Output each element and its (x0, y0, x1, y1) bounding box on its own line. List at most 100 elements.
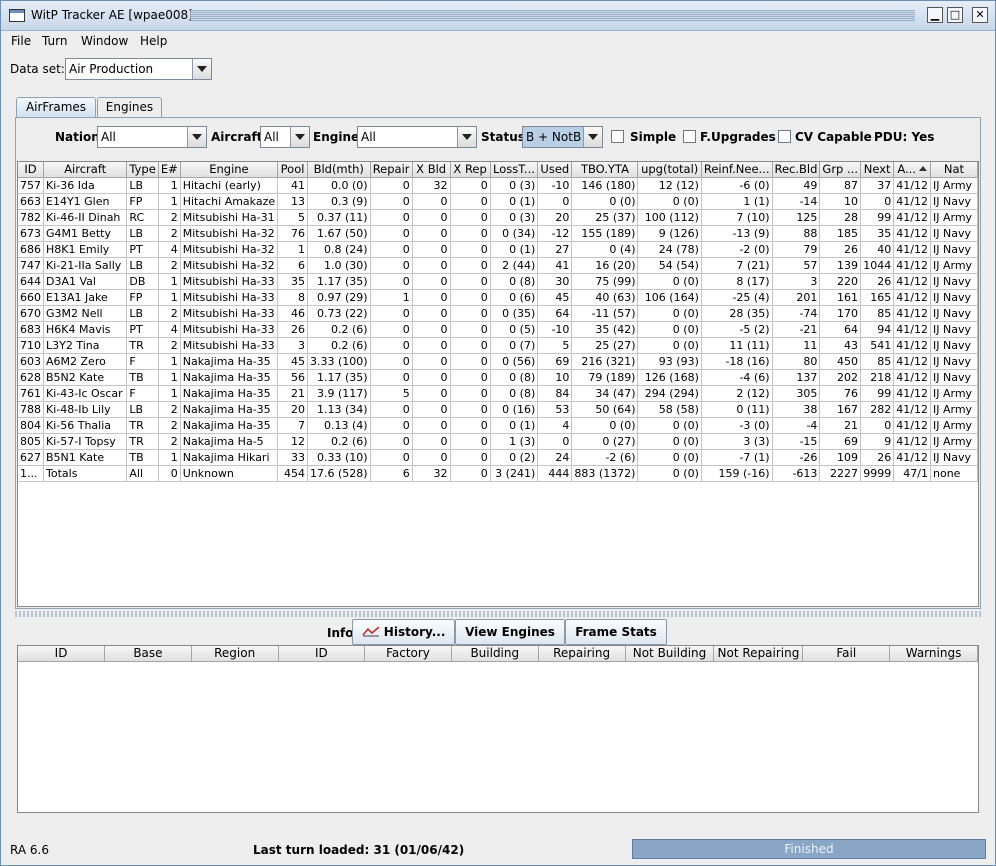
fupgrades-checkbox[interactable] (683, 130, 696, 143)
column-header-engine[interactable]: Engine (180, 162, 279, 178)
tab-engines[interactable]: Engines (97, 97, 162, 118)
table-row[interactable]: 710 L3Y2 Tina TR 2 Mitsubishi Ha-33 3 0.2 (6) 0… (18, 337, 978, 354)
cell-engine: Mitsubishi Ha-32 (180, 241, 279, 258)
table-row[interactable]: 782 Ki-46-II Dinah RC 2 Mitsubishi Ha-31 5 0.3… (18, 209, 978, 226)
column-header-repair[interactable]: Repair (370, 162, 413, 178)
split-pane-divider[interactable] (15, 611, 981, 617)
info-column-header-not-building[interactable]: Not Building (625, 646, 715, 662)
info-column-header-id[interactable]: ID (18, 646, 106, 662)
menu-help[interactable]: Help (140, 34, 167, 48)
cell-a: 41/12 (893, 209, 931, 226)
cell-next: 40 (860, 241, 895, 258)
column-header-pool[interactable]: Pool (277, 162, 308, 178)
info-column-header-warnings[interactable]: Warnings (889, 646, 978, 662)
maximize-icon[interactable]: □ (947, 7, 963, 23)
engine-select[interactable]: All (357, 126, 477, 148)
chevron-down-icon[interactable] (583, 127, 602, 147)
cell-rec-bld: 57 (772, 257, 821, 274)
chevron-down-icon[interactable] (187, 127, 206, 147)
table-row[interactable]: 670 G3M2 Nell LB 2 Mitsubishi Ha-33 46 0.73 (2… (18, 305, 978, 322)
column-header-next[interactable]: Next (860, 162, 895, 178)
history-button[interactable]: History... (352, 619, 455, 645)
column-header-reinf-nee[interactable]: Reinf.Nee... (701, 162, 773, 178)
table-row[interactable]: 660 E13A1 Jake FP 1 Mitsubishi Ha-33 8 0.97 (2… (18, 289, 978, 306)
column-header-grp[interactable]: Grp ... (819, 162, 861, 178)
chevron-down-icon[interactable] (290, 127, 309, 147)
info-column-header-not-repairing[interactable]: Not Repairing (713, 646, 804, 662)
table-row[interactable]: 761 Ki-43-Ic Oscar F 1 Nakajima Ha-35 21 3.9 (… (18, 385, 978, 402)
tab-airframes[interactable]: AirFrames (16, 97, 96, 118)
menu-file[interactable]: File (11, 34, 31, 48)
info-column-header-building[interactable]: Building (451, 646, 539, 662)
frame-stats-button[interactable]: Frame Stats (565, 619, 667, 645)
menu-window[interactable]: Window (81, 34, 128, 48)
info-column-header-id[interactable]: ID (278, 646, 366, 662)
dataset-select[interactable]: Air Production (65, 58, 212, 80)
column-header-used[interactable]: Used (537, 162, 573, 178)
table-row[interactable]: 788 Ki-48-Ib Lily LB 2 Nakajima Ha-35 20 1.13 … (18, 401, 978, 418)
table-row[interactable]: 804 Ki-56 Thalia TR 2 Nakajima Ha-35 7 0.13 (4… (18, 417, 978, 434)
totals-row[interactable]: 1... Totals All 0 Unknown 454 17.6 (528) 6 32 0 3 … (18, 465, 978, 482)
chevron-down-icon[interactable] (192, 59, 211, 79)
column-header-e[interactable]: E# (158, 162, 181, 178)
cell-x-bld: 0 (412, 257, 451, 274)
status-select[interactable]: B + NotB (522, 126, 603, 148)
column-header-type[interactable]: Type (126, 162, 159, 178)
table-row[interactable]: 686 H8K1 Emily PT 4 Mitsubishi Ha-32 1 0.8 (24… (18, 241, 978, 258)
column-header-rec-bld[interactable]: Rec.Bld (772, 162, 821, 178)
minimize-icon[interactable]: ▁ (927, 7, 943, 23)
table-row[interactable]: 805 Ki-57-I Topsy TR 2 Nakajima Ha-5 12 0.2 (6… (18, 433, 978, 450)
cell-bld-mth: 0.2 (6) (307, 337, 371, 354)
table-row[interactable]: 627 B5N1 Kate TB 1 Nakajima Hikari 33 0.33 (10… (18, 449, 978, 466)
cell-bld-mth: 1.0 (30) (307, 257, 371, 274)
table-row[interactable]: 628 B5N2 Kate TB 1 Nakajima Ha-35 56 1.17 (35)… (18, 369, 978, 386)
info-column-header-region[interactable]: Region (191, 646, 279, 662)
column-header-aircraft[interactable]: Aircraft (43, 162, 128, 178)
cell-e: 1 (158, 369, 181, 386)
column-header-nat[interactable]: Nat (930, 162, 978, 178)
cell-type: LB (126, 401, 159, 418)
column-header-x-rep[interactable]: X Rep (450, 162, 491, 178)
title-bar[interactable]: WitP Tracker AE [wpae008] ▁ □ ✕ (1, 1, 995, 31)
airframes-table[interactable]: ID Aircraft Type E# Engine Pool Bld(mth) Repair… (17, 161, 979, 607)
table-row[interactable]: 673 G4M1 Betty LB 2 Mitsubishi Ha-32 76 1.67 (… (18, 225, 978, 242)
cell-aircraft: Ki-46-II Dinah (43, 209, 128, 226)
menu-turn[interactable]: Turn (42, 34, 67, 48)
table-row[interactable]: 683 H6K4 Mavis PT 4 Mitsubishi Ha-33 26 0.2 (6… (18, 321, 978, 338)
column-header-tbo-yta[interactable]: TBO.YTA (571, 162, 639, 178)
column-header-x-bld[interactable]: X Bld (412, 162, 451, 178)
column-header-losst[interactable]: LossT... (490, 162, 539, 178)
dataset-label: Data set: (10, 62, 65, 76)
info-column-header-repairing[interactable]: Repairing (538, 646, 626, 662)
cell-bld-mth: 1.67 (50) (307, 225, 371, 242)
simple-checkbox[interactable] (611, 130, 624, 143)
aircraft-select[interactable]: All (260, 126, 310, 148)
table-row[interactable]: 644 D3A1 Val DB 1 Mitsubishi Ha-33 35 1.17 (35… (18, 273, 978, 290)
view-engines-button[interactable]: View Engines (455, 619, 565, 645)
column-header-a[interactable]: A... (893, 162, 931, 178)
table-row[interactable]: 663 E14Y1 Glen FP 1 Hitachi Amakaze 13 0.3 (9)… (18, 193, 978, 210)
table-row[interactable]: 603 A6M2 Zero F 1 Nakajima Ha-35 45 3.33 (100)… (18, 353, 978, 370)
cell-nat: IJ Navy (930, 321, 978, 338)
column-header-id[interactable]: ID (18, 162, 44, 178)
cell-engine: Mitsubishi Ha-33 (180, 321, 279, 338)
close-icon[interactable]: ✕ (972, 7, 988, 23)
cell-type: FP (126, 289, 159, 306)
cell-nat: IJ Navy (930, 193, 978, 210)
cell-aircraft: B5N2 Kate (43, 369, 128, 386)
column-header-bld-mth[interactable]: Bld(mth) (307, 162, 371, 178)
nation-select[interactable]: All (97, 126, 207, 148)
info-column-header-fail[interactable]: Fail (802, 646, 891, 662)
table-row[interactable]: 757 Ki-36 Ida LB 1 Hitachi (early) 41 0.0 (0) 0… (18, 177, 978, 194)
cvcapable-checkbox[interactable] (778, 130, 791, 143)
info-table[interactable]: ID Base Region ID Factory Building Repairing No… (17, 645, 979, 813)
cell-a: 41/12 (893, 417, 931, 434)
info-column-header-base[interactable]: Base (104, 646, 192, 662)
cell-upg-total: 0 (0) (637, 337, 702, 354)
column-header-upg-total[interactable]: upg(total) (637, 162, 702, 178)
cell-next: 165 (860, 289, 895, 306)
chevron-down-icon[interactable] (457, 127, 476, 147)
info-column-header-factory[interactable]: Factory (364, 646, 452, 662)
table-row[interactable]: 747 Ki-21-IIa Sally LB 2 Mitsubishi Ha-32 6 1.… (18, 257, 978, 274)
cell-tbo-yta: 50 (64) (571, 401, 639, 418)
